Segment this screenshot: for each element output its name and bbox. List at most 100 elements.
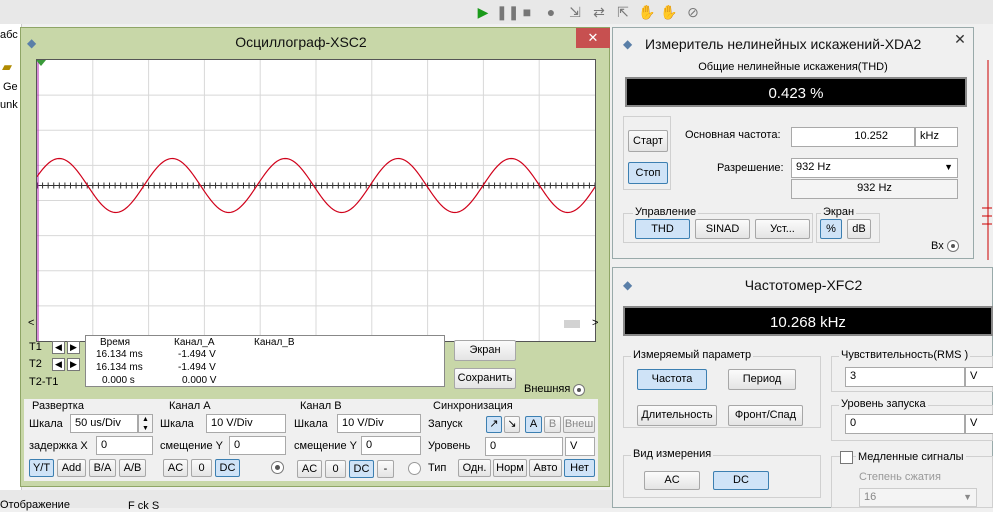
external-terminal[interactable] — [573, 384, 585, 396]
percent-button[interactable]: % — [820, 219, 842, 239]
readout-header-a: Канал_A — [174, 337, 215, 348]
channel-b-scale-label: Шкала — [294, 418, 328, 430]
channel-a-terminal[interactable] — [271, 461, 284, 474]
t2-right-arrow-icon[interactable]: ▶ — [67, 358, 80, 371]
save-button[interactable]: Сохранить — [454, 368, 516, 389]
slow-signals-checkbox[interactable] — [840, 451, 853, 464]
db-button[interactable]: dB — [847, 219, 871, 239]
channel-b-dc-button[interactable]: DC — [349, 460, 374, 478]
rising-edge-icon[interactable]: ↗ — [486, 416, 502, 433]
compression-label: Степень сжатия — [859, 471, 941, 483]
stop-button[interactable]: Стоп — [628, 162, 668, 184]
trigger-source-b-button[interactable]: B — [544, 416, 561, 433]
hand-icon[interactable]: ✋ — [638, 3, 656, 21]
mode-yt-button[interactable]: Y/T — [29, 459, 54, 477]
sensitivity-unit[interactable]: V — [965, 367, 993, 387]
trigger-level-label: Уровень — [428, 440, 471, 452]
rise-fall-button[interactable]: Фронт/Спад — [728, 405, 803, 426]
delay-field[interactable]: 0 — [96, 436, 153, 455]
channel-a-offset-label: смещение Y — [160, 440, 223, 452]
mode-ba-button[interactable]: B/A — [89, 459, 116, 477]
trigger-level-field[interactable]: 0 — [845, 414, 965, 434]
chevron-down-icon: ▼ — [963, 492, 972, 502]
trigger-level-unit[interactable]: V — [965, 414, 993, 434]
channel-b-offset-field[interactable]: 0 — [361, 436, 421, 455]
timebase-scale-field[interactable]: 50 us/Div — [70, 414, 138, 433]
trigger-normal-button[interactable]: Норм — [493, 459, 527, 477]
t1-right-arrow-icon[interactable]: ▶ — [67, 341, 80, 354]
tree-item[interactable]: unk — [0, 99, 18, 111]
step-over-icon[interactable]: ⇄ — [590, 3, 608, 21]
hand-pause-icon[interactable]: ⊘ — [684, 3, 702, 21]
fundamental-field[interactable]: 10.252 — [791, 127, 915, 147]
trigger-edge-label: Запуск — [428, 418, 463, 430]
pause-circle-icon[interactable]: ✋ — [660, 3, 678, 21]
screen-button[interactable]: Экран — [454, 340, 516, 361]
mode-ac-button[interactable]: AC — [644, 471, 700, 490]
fundamental-unit[interactable]: kHz — [915, 127, 958, 147]
step-in-icon[interactable]: ⇲ — [566, 3, 584, 21]
channel-a-ac-button[interactable]: AC — [163, 459, 188, 477]
close-button[interactable]: ✕ — [943, 30, 977, 50]
trigger-single-button[interactable]: Одн. — [458, 459, 491, 477]
mode-ab-button[interactable]: A/B — [119, 459, 146, 477]
compression-select[interactable]: 16 ▼ — [859, 488, 977, 507]
trigger-group-label: Синхронизация — [433, 400, 513, 412]
settings-button[interactable]: Уст... — [755, 219, 810, 239]
tree-item[interactable]: Ge — [3, 81, 18, 93]
frequency-button[interactable]: Частота — [637, 369, 707, 390]
duration-button[interactable]: Длительность — [637, 405, 717, 426]
trigger-source-a-button[interactable]: A — [525, 416, 542, 433]
t2-left-arrow-icon[interactable]: ◀ — [52, 358, 65, 371]
play-icon[interactable]: ▶ — [474, 3, 492, 21]
tree-item[interactable]: абс — [0, 29, 18, 41]
close-button[interactable]: ✕ — [576, 28, 610, 48]
probe-icon[interactable]: ● — [542, 3, 560, 21]
channel-b-ac-button[interactable]: AC — [297, 460, 322, 478]
bottom-tab[interactable]: F ck S — [128, 500, 159, 512]
channel-a-zero-button[interactable]: 0 — [191, 459, 212, 477]
trigger-level-unit[interactable]: V — [565, 437, 595, 456]
period-button[interactable]: Период — [728, 369, 796, 390]
resolution-select[interactable]: 932 Hz ▼ — [791, 158, 958, 178]
timebase-spinner[interactable]: ▲ ▼ — [138, 414, 153, 433]
channel-b-terminal[interactable] — [408, 462, 421, 475]
timebase-group-label: Развертка — [32, 400, 84, 412]
start-button[interactable]: Старт — [628, 130, 668, 152]
stop-icon[interactable]: ■ — [518, 3, 536, 21]
channel-a-dc-button[interactable]: DC — [215, 459, 240, 477]
input-terminal[interactable] — [947, 240, 959, 252]
trigger-source-ext-button[interactable]: Внеш — [563, 416, 595, 433]
oscilloscope-screen[interactable] — [36, 59, 596, 342]
display-tab[interactable]: Отображение — [0, 499, 70, 511]
trigger-auto-button[interactable]: Авто — [529, 459, 562, 477]
channel-b-minus-button[interactable]: - — [377, 460, 394, 478]
distortion-analyzer-title: Измеритель нелинейных искажений-XDA2 — [645, 36, 922, 52]
cursor-readout: Время Канал_A Канал_B 16.134 ms -1.494 V… — [85, 335, 445, 387]
channel-b-group-label: Канал B — [300, 400, 342, 412]
horizontal-scrollbar[interactable]: < > — [24, 317, 602, 332]
sinad-button[interactable]: SINAD — [695, 219, 750, 239]
scroll-thumb[interactable] — [564, 320, 580, 328]
mode-dc-button[interactable]: DC — [713, 471, 769, 490]
sensitivity-field[interactable]: 3 — [845, 367, 965, 387]
trigger-none-button[interactable]: Нет — [564, 459, 595, 477]
step-out-icon[interactable]: ⇱ — [614, 3, 632, 21]
resolution-select-value: 932 Hz — [796, 161, 831, 173]
scroll-right-icon[interactable]: > — [592, 317, 598, 329]
control-group-label: Управление — [633, 206, 699, 218]
channel-b-zero-button[interactable]: 0 — [325, 460, 346, 478]
waveform-plot — [36, 60, 596, 341]
t1-left-arrow-icon[interactable]: ◀ — [52, 341, 65, 354]
falling-edge-icon[interactable]: ↘ — [504, 416, 520, 433]
mode-add-button[interactable]: Add — [57, 459, 86, 477]
thd-button[interactable]: THD — [635, 219, 690, 239]
resolution-value: 932 Hz — [791, 179, 958, 199]
scroll-left-icon[interactable]: < — [28, 317, 34, 329]
channel-a-offset-field[interactable]: 0 — [229, 436, 286, 455]
pause-icon[interactable]: ❚❚ — [496, 3, 519, 21]
channel-b-scale-field[interactable]: 10 V/Div — [337, 414, 421, 433]
readout-header-time: Время — [100, 337, 131, 348]
trigger-level-field[interactable]: 0 — [485, 437, 563, 456]
channel-a-scale-field[interactable]: 10 V/Div — [206, 414, 286, 433]
